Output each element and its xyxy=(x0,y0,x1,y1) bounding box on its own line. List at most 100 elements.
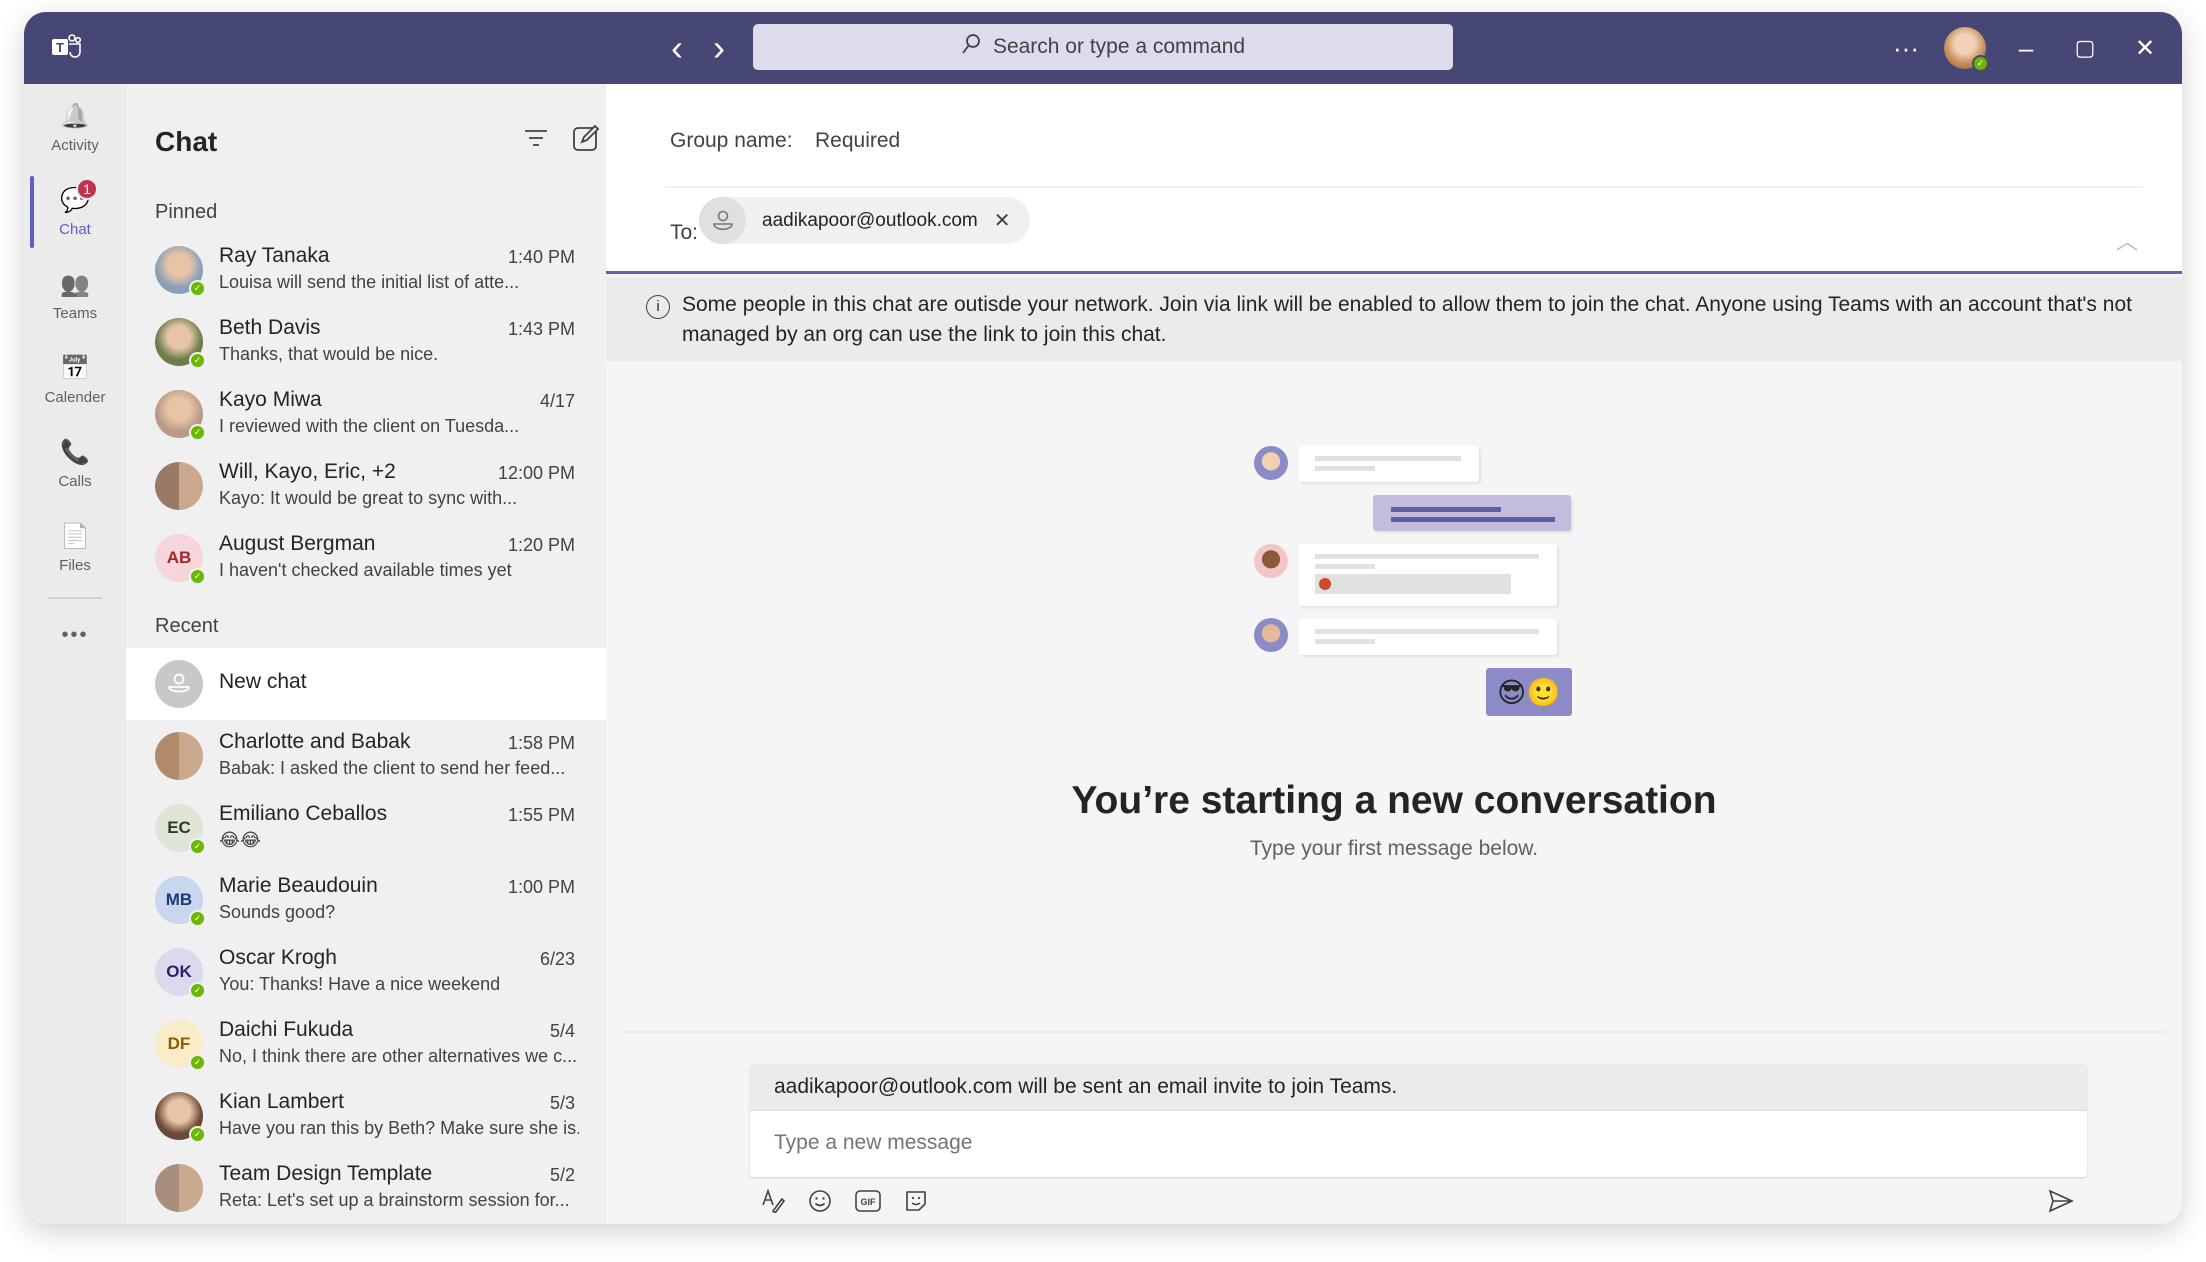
illustration-avatar xyxy=(1254,446,1288,480)
chat-time: 5/2 xyxy=(549,1165,575,1185)
chat-name: Oscar Krogh xyxy=(219,946,337,969)
new-chat-compose-icon[interactable] xyxy=(572,124,600,157)
files-icon: 📄 xyxy=(60,523,90,550)
avatar-initials: EC xyxy=(167,818,191,837)
chat-list-item[interactable]: Team Design Template 5/2 Reta: Let's set u… xyxy=(126,1152,606,1224)
illustration-avatar xyxy=(1254,544,1288,578)
empty-state-heading: You’re starting a new conversation xyxy=(1071,779,1717,822)
chat-list-item[interactable]: Charlotte and Babak 1:58 PM Babak: I asked… xyxy=(126,720,606,792)
chat-list-item[interactable]: AB ✓ August Bergman 1:20 PM I haven't checke… xyxy=(126,522,606,594)
rail-item-activity[interactable]: 🔔 Activity xyxy=(24,88,126,168)
rail-item-label: Chat xyxy=(59,221,91,238)
chat-name: Emiliano Ceballos xyxy=(219,802,388,825)
message-input[interactable] xyxy=(750,1111,2087,1175)
close-icon[interactable]: ✕ xyxy=(2127,12,2163,84)
emoji-reaction: 😎🙂 xyxy=(1486,668,1572,716)
minimize-icon[interactable]: – xyxy=(2008,12,2044,84)
chat-time: 4/17 xyxy=(539,391,575,411)
chat-preview: Kayo: It would be great to sync with... xyxy=(219,488,518,508)
chat-time: 6/23 xyxy=(539,949,575,969)
search-input[interactable]: Search or type a command xyxy=(753,24,1453,70)
chat-list-item[interactable]: ✓ Ray Tanaka 1:40 PM Louisa will send the i… xyxy=(126,234,606,306)
title-bar: T ‹ › Search or type a command ··· ✓ – ▢… xyxy=(24,12,2182,84)
illustration-avatar xyxy=(1254,618,1288,652)
avatar: ✓ xyxy=(155,318,206,369)
chat-name: Kayo Miwa xyxy=(219,388,322,411)
chat-name: Beth Davis xyxy=(219,316,321,339)
external-network-info-banner: i Some people in this chat are outisde y… xyxy=(606,277,2182,361)
more-apps-icon[interactable]: ••• xyxy=(24,624,126,647)
rail-item-files[interactable]: 📄 Files xyxy=(24,508,126,588)
rail-item-label: Files xyxy=(59,557,91,574)
chat-list-item[interactable]: MB ✓ Marie Beaudouin 1:00 PM Sounds good? xyxy=(126,864,606,936)
avatar xyxy=(155,462,203,510)
rail-item-teams[interactable]: 👥 Teams xyxy=(24,256,126,336)
chat-time: 1:40 PM xyxy=(507,247,575,267)
avatar: AB ✓ xyxy=(155,534,206,585)
chat-name: Marie Beaudouin xyxy=(219,874,378,897)
user-avatar[interactable]: ✓ xyxy=(1944,27,1989,72)
chat-list-item[interactable]: DF ✓ Daichi Fukuda 5/4 No, I think there are… xyxy=(126,1008,606,1080)
rail-item-label: Calender xyxy=(44,389,106,406)
new-chat-item[interactable]: New chat xyxy=(126,648,606,720)
compose-box: aadikapoor@outlook.com will be sent an e… xyxy=(750,1064,2087,1177)
rail-item-calender[interactable]: 📅 Calender xyxy=(24,340,126,420)
filter-icon[interactable] xyxy=(524,128,548,157)
sticker-icon[interactable] xyxy=(899,1184,933,1218)
chat-time: 1:58 PM xyxy=(507,733,575,753)
person-icon xyxy=(699,197,746,244)
avatar-initials: AB xyxy=(166,548,192,567)
chat-name: Kian Lambert xyxy=(219,1090,344,1113)
emoji-icon[interactable] xyxy=(803,1184,837,1218)
search-placeholder: Search or type a command xyxy=(992,35,1246,58)
avatar xyxy=(155,732,203,780)
avatar: MB ✓ xyxy=(155,876,206,927)
info-text: Some people in this chat are outisde you… xyxy=(682,293,2132,346)
rail-item-chat[interactable]: 💬 Chat 1 xyxy=(24,172,126,252)
chat-list-item[interactable]: ✓ Kayo Miwa 4/17 I reviewed with the client… xyxy=(126,378,606,450)
chat-list-item[interactable]: EC ✓ Emiliano Ceballos 1:55 PM 😂😂 xyxy=(126,792,606,864)
chat-name: Team Design Template xyxy=(219,1162,433,1185)
chat-list-item[interactable]: ✓ Kian Lambert 5/3 Have you ran this by Bet… xyxy=(126,1080,606,1152)
send-icon[interactable] xyxy=(2044,1184,2078,1218)
group-name-input[interactable]: Required xyxy=(815,129,900,153)
group-name-label: Group name: xyxy=(670,129,793,152)
empty-state-subheading: Type your first message below. xyxy=(1249,837,1539,860)
gif-icon[interactable]: GIF xyxy=(851,1184,885,1218)
teams-logo-icon: T xyxy=(38,12,94,84)
more-options-icon[interactable]: ··· xyxy=(1888,12,1924,84)
chat-name: Daichi Fukuda xyxy=(219,1018,354,1041)
avatar-initials: OK xyxy=(166,962,192,981)
forward-icon[interactable]: › xyxy=(702,12,736,84)
presence-available-icon: ✓ xyxy=(189,352,206,369)
rail-item-calls[interactable]: 📞 Calls xyxy=(24,424,126,504)
remove-recipient-icon[interactable]: ✕ xyxy=(994,208,1011,233)
chat-preview: You: Thanks! Have a nice weekend xyxy=(219,974,501,994)
chat-name: Will, Kayo, Eric, +2 xyxy=(219,460,396,483)
avatar: EC ✓ xyxy=(155,804,206,855)
avatar: ✓ xyxy=(155,246,206,297)
back-icon[interactable]: ‹ xyxy=(660,12,694,84)
avatar-initials: MB xyxy=(165,890,193,909)
chat-list-item[interactable]: Will, Kayo, Eric, +2 12:00 PM Kayo: It wou… xyxy=(126,450,606,522)
presence-available-icon: ✓ xyxy=(189,982,206,999)
chat-title: Chat xyxy=(155,126,218,157)
recipient-pill[interactable]: aadikapoor@outlook.com ✕ xyxy=(699,197,1030,244)
rail-item-label: Teams xyxy=(52,305,98,322)
collapse-chevron-up-icon[interactable]: ︿ xyxy=(2116,224,2138,256)
new-conversation-illustration: 😎🙂 xyxy=(1254,446,1594,746)
format-icon[interactable] xyxy=(756,1184,790,1218)
chat-time: 5/3 xyxy=(549,1093,575,1113)
chat-list-item[interactable]: OK ✓ Oscar Krogh 6/23 You: Thanks! Have a ni… xyxy=(126,936,606,1008)
rail-item-label: Activity xyxy=(51,137,99,154)
chat-list-item[interactable]: ✓ Beth Davis 1:43 PM Thanks, that would be … xyxy=(126,306,606,378)
chat-preview: Sounds good? xyxy=(219,902,336,922)
presence-available-icon: ✓ xyxy=(189,838,206,855)
app-bar: ••• 🔔 Activity 💬 Chat 1 👥 Teams 📅 Calender 📞 Calls… xyxy=(24,84,126,1224)
presence-available-icon: ✓ xyxy=(189,1126,206,1143)
chat-preview: 😂😂 xyxy=(219,830,262,850)
rail-item-label: Calls xyxy=(58,473,92,490)
pinned-section-label: Pinned xyxy=(155,201,218,223)
maximize-icon[interactable]: ▢ xyxy=(2067,12,2103,84)
svg-text:T: T xyxy=(56,40,64,55)
